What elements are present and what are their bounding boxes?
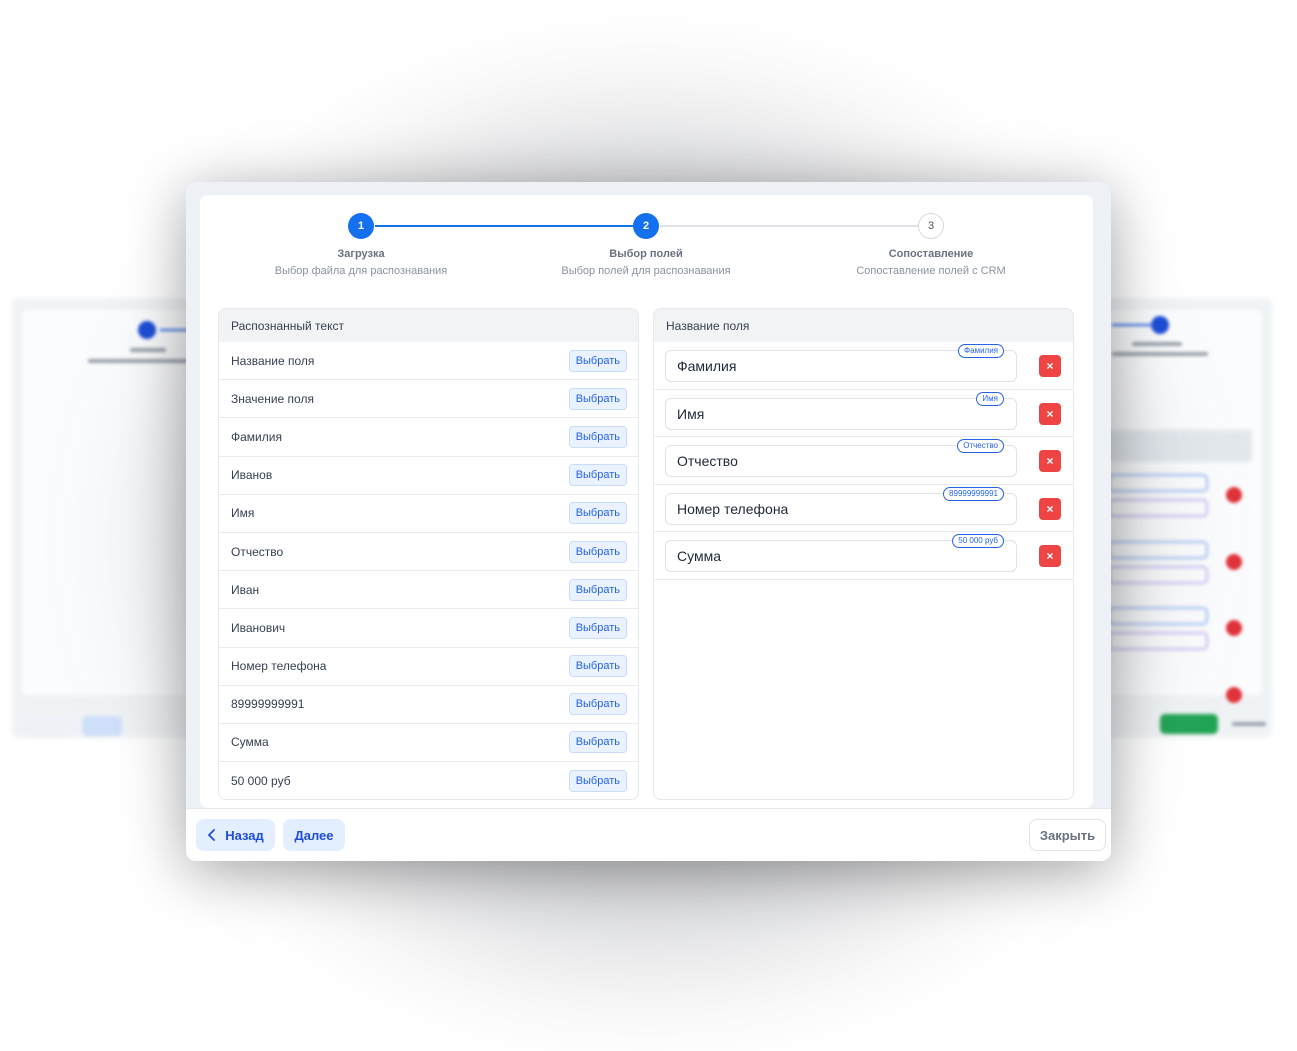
field-row: Номер телефона 89999999991 ×	[654, 485, 1073, 532]
recognized-text-row: Иван Выбрать	[219, 571, 638, 610]
recognized-text-row: Иванов Выбрать	[219, 457, 638, 495]
step-3-subtitle: Сопоставление полей с CRM	[856, 265, 1006, 277]
field-names-panel: Название поля Фамилия Фамилия × Имя Имя × Отче…	[653, 308, 1074, 800]
step-1-indicator[interactable]: 1	[348, 213, 374, 239]
step-3-indicator[interactable]: 3	[918, 213, 944, 239]
field-name-input[interactable]: Сумма 50 000 руб	[665, 534, 1017, 572]
close-icon: ×	[1046, 549, 1054, 563]
delete-field-button[interactable]: ×	[1039, 402, 1061, 425]
delete-field-button[interactable]: ×	[1039, 497, 1061, 520]
recognized-text-value: Значение поля	[231, 391, 314, 406]
select-button[interactable]: Выбрать	[568, 616, 627, 639]
field-name-input[interactable]: Отчество Отчество	[665, 439, 1017, 477]
recognized-text-value: Имя	[231, 506, 255, 521]
delete-field-button[interactable]: ×	[1039, 450, 1061, 472]
field-source-tag: 89999999991	[943, 486, 1004, 501]
recognized-text-header: Распознанный текст	[219, 309, 638, 342]
field-name-input[interactable]: Номер телефона 89999999991	[665, 486, 1017, 525]
step-2-indicator[interactable]: 2	[633, 213, 659, 239]
close-icon: ×	[1046, 454, 1054, 468]
recognized-text-value: Иванович	[231, 620, 286, 635]
field-row: Имя Имя ×	[654, 390, 1073, 437]
recognized-text-row: 89999999991 Выбрать	[219, 686, 638, 724]
recognized-text-row: Иванович Выбрать	[219, 609, 638, 648]
select-button[interactable]: Выбрать	[568, 769, 627, 792]
chevron-left-icon	[208, 829, 216, 841]
field-row: Отчество Отчество ×	[654, 437, 1073, 485]
select-button[interactable]: Выбрать	[568, 731, 627, 754]
modal-body: 1 Загрузка Выбор файла для распознавания…	[200, 195, 1093, 808]
step-2-title: Выбор полей	[609, 248, 683, 260]
field-name-value: Сумма	[677, 548, 721, 564]
select-button[interactable]: Выбрать	[568, 540, 627, 563]
recognized-text-row: Отчество Выбрать	[219, 533, 638, 572]
select-button[interactable]: Выбрать	[568, 349, 627, 372]
recognized-text-value: Сумма	[231, 735, 269, 750]
select-button[interactable]: Выбрать	[568, 464, 627, 487]
recognized-text-row: Название поля Выбрать	[219, 342, 638, 381]
recognized-text-list: Название поля Выбрать Значение поля Выбрать…	[219, 342, 638, 799]
recognized-text-row: 50 000 руб Выбрать	[219, 762, 638, 799]
recognized-text-panel: Распознанный текст Название поля Выбрать З…	[218, 308, 639, 800]
recognized-text-value: Иван	[231, 582, 260, 597]
recognized-text-value: 89999999991	[231, 697, 305, 712]
modal-footer: Назад Далее Закрыть	[186, 808, 1111, 861]
recognized-text-value: 50 000 руб	[231, 773, 291, 788]
field-name-value: Отчество	[677, 453, 738, 469]
delete-field-button[interactable]: ×	[1039, 545, 1061, 567]
recognized-text-row: Номер телефона Выбрать	[219, 648, 638, 686]
close-icon: ×	[1046, 406, 1054, 421]
recognized-text-row: Фамилия Выбрать	[219, 418, 638, 457]
step-1-subtitle: Выбор файла для распознавания	[274, 265, 448, 277]
delete-field-button[interactable]: ×	[1039, 355, 1061, 377]
field-name-value: Номер телефона	[677, 500, 789, 517]
select-button[interactable]: Выбрать	[568, 578, 627, 601]
recognized-text-row: Значение поля Выбрать	[219, 380, 638, 419]
field-names-header: Название поля	[654, 309, 1073, 342]
recognized-text-row: Имя Выбрать	[219, 495, 638, 533]
back-button-label: Назад	[225, 827, 264, 843]
select-button[interactable]: Выбрать	[568, 655, 627, 678]
recognized-text-value: Отчество	[231, 544, 284, 559]
select-button[interactable]: Выбрать	[568, 502, 627, 525]
field-name-input[interactable]: Фамилия Фамилия	[665, 344, 1017, 382]
step-3-title: Сопоставление	[888, 248, 974, 260]
close-icon: ×	[1046, 359, 1054, 373]
field-source-tag: Отчество	[957, 439, 1004, 453]
close-icon: ×	[1046, 501, 1054, 516]
field-row: Фамилия Фамилия ×	[654, 342, 1073, 390]
select-button[interactable]: Выбрать	[568, 693, 627, 716]
field-row: Сумма 50 000 руб ×	[654, 532, 1073, 580]
field-source-tag: Имя	[976, 391, 1004, 406]
field-source-tag: Фамилия	[958, 344, 1004, 358]
recognized-text-value: Номер телефона	[231, 659, 327, 674]
field-names-list: Фамилия Фамилия × Имя Имя × Отчество Отчество × Н…	[654, 342, 1073, 580]
field-source-tag: 50 000 руб	[952, 534, 1004, 548]
recognized-text-value: Иванов	[231, 468, 273, 483]
close-button[interactable]: Закрыть	[1029, 819, 1106, 851]
stepper-line-1-2	[375, 225, 647, 227]
step-1-title: Загрузка	[337, 248, 385, 260]
step-2-subtitle: Выбор полей для распознавания	[561, 265, 731, 277]
back-button[interactable]: Назад	[196, 819, 275, 851]
field-name-input[interactable]: Имя Имя	[665, 391, 1017, 430]
field-name-value: Имя	[677, 405, 705, 422]
recognized-text-row: Сумма Выбрать	[219, 724, 638, 763]
import-modal: 1 Загрузка Выбор файла для распознавания…	[186, 182, 1111, 861]
field-name-value: Фамилия	[677, 358, 737, 374]
next-button[interactable]: Далее	[283, 819, 345, 851]
recognized-text-value: Название поля	[231, 353, 315, 368]
recognized-text-value: Фамилия	[231, 429, 282, 444]
select-button[interactable]: Выбрать	[568, 425, 627, 448]
stepper-line-2-3	[660, 225, 932, 227]
select-button[interactable]: Выбрать	[568, 387, 627, 410]
